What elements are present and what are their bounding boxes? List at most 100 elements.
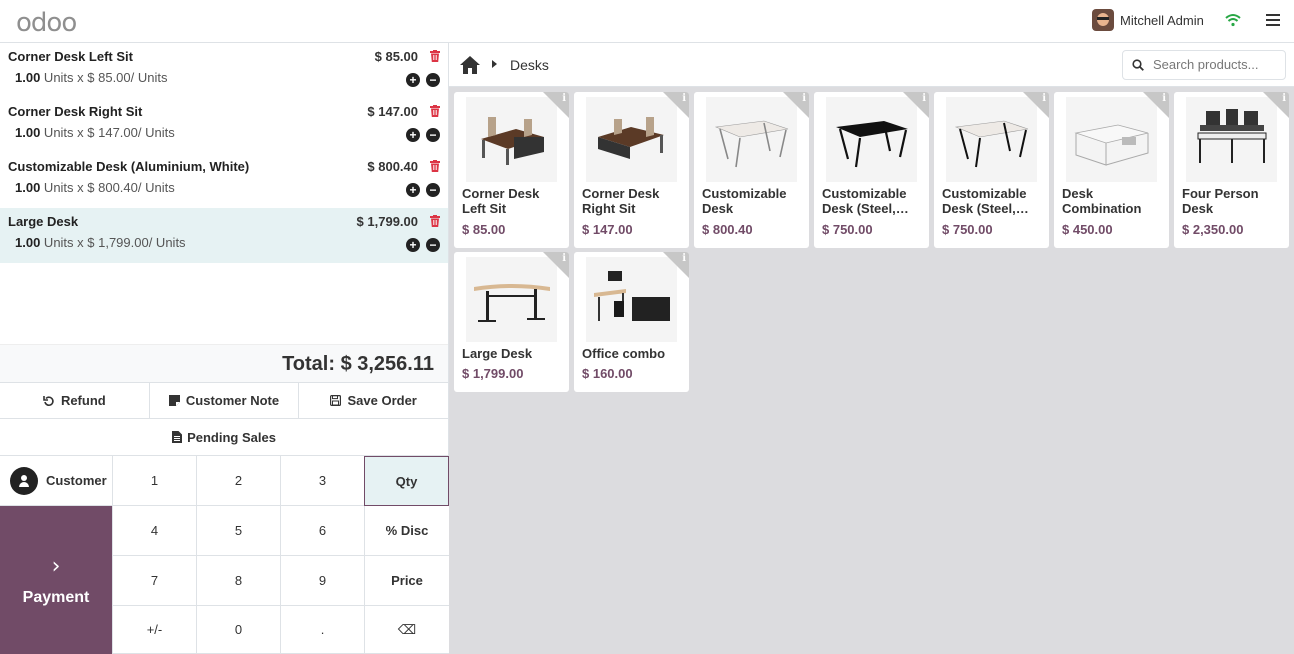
refund-label: Refund [60, 393, 106, 408]
product-price: $ 2,350.00 [1182, 222, 1244, 237]
payment-button[interactable]: › Payment [0, 506, 112, 654]
backspace-icon[interactable]: ⌫ [364, 606, 449, 654]
customer-button[interactable]: Customer [0, 456, 112, 506]
trash-icon[interactable] [430, 105, 440, 117]
numpad-key-4[interactable]: 4 [112, 506, 196, 556]
trash-icon[interactable] [430, 160, 440, 172]
hamburger-menu-icon[interactable] [1266, 14, 1280, 26]
refund-icon [43, 395, 54, 406]
decrease-qty-icon[interactable]: − [426, 238, 440, 252]
numpad-price-mode[interactable]: Price [364, 556, 449, 606]
search-icon [1132, 59, 1144, 71]
orderline-detail: 1.00 Units x $ 800.40/ Units [15, 180, 175, 195]
product-price: $ 1,799.00 [462, 366, 524, 381]
chevron-right-icon: › [51, 553, 61, 579]
product-price: $ 85.00 [462, 222, 506, 237]
payment-label: Payment [22, 588, 90, 606]
decrease-qty-icon[interactable]: − [426, 73, 440, 87]
refund-button[interactable]: Refund [0, 383, 150, 418]
numpad-key-2[interactable]: 2 [196, 456, 280, 506]
orderline-price: $ 1,799.00 [356, 214, 418, 229]
info-icon[interactable]: i [922, 93, 926, 104]
product-card[interactable]: i Corner Desk Right Sit $ 147.00 [574, 92, 689, 248]
search-box[interactable] [1122, 50, 1286, 80]
info-icon[interactable]: i [682, 253, 686, 264]
numpad-decimal[interactable]: . [280, 606, 364, 654]
info-icon[interactable]: i [1042, 93, 1046, 104]
product-card[interactable]: i Corner Desk Left Sit $ 85.00 [454, 92, 569, 248]
orderline-unit-info: Units x $ 147.00/ Units [40, 125, 175, 140]
product-card[interactable]: i Desk Combination $ 450.00 [1054, 92, 1169, 248]
save-order-button[interactable]: Save Order [299, 383, 449, 418]
orderline-unit-info: Units x $ 85.00/ Units [40, 70, 168, 85]
orderline-unit-info: Units x $ 1,799.00/ Units [40, 235, 186, 250]
info-icon[interactable]: i [802, 93, 806, 104]
trash-icon[interactable] [430, 50, 440, 62]
pending-sales-label: Pending Sales [187, 429, 276, 445]
product-name: Large Desk [462, 346, 533, 361]
numpad-key-7[interactable]: 7 [112, 556, 196, 606]
numpad-key-5[interactable]: 5 [196, 506, 280, 556]
breadcrumb-category[interactable]: Desks [510, 57, 549, 73]
info-icon[interactable]: i [1282, 93, 1286, 104]
decrease-qty-icon[interactable]: − [426, 183, 440, 197]
info-icon[interactable]: i [682, 93, 686, 104]
product-card[interactable]: i Large Desk $ 1,799.00 [454, 252, 569, 392]
numpad-discount-mode[interactable]: % Disc [364, 506, 449, 556]
numpad-plus-minus[interactable]: +/- [112, 606, 196, 654]
orderline[interactable]: Corner Desk Right Sit $ 147.00 1.00 Unit… [0, 98, 448, 153]
increase-qty-icon[interactable]: + [406, 73, 420, 87]
trash-icon[interactable] [430, 215, 440, 227]
user-name: Mitchell Admin [1120, 12, 1204, 28]
product-card[interactable]: i Four Person Desk $ 2,350.00 [1174, 92, 1289, 248]
numpad-key-3[interactable]: 3 [280, 456, 364, 506]
product-name: Corner Desk Left Sit [462, 186, 540, 216]
product-name: Customizable Desk (Aluminiu… [702, 186, 787, 216]
save-order-label: Save Order [347, 393, 417, 408]
info-icon[interactable]: i [562, 93, 566, 104]
info-icon[interactable]: i [562, 253, 566, 264]
home-icon[interactable] [459, 55, 481, 75]
odoo-logo: odoo [16, 8, 77, 38]
product-name: Customizable Desk (Steel,… [942, 186, 1029, 216]
numpad-key-1[interactable]: 1 [112, 456, 196, 506]
user-menu[interactable]: Mitchell Admin [1092, 9, 1204, 31]
increase-qty-icon[interactable]: + [406, 238, 420, 252]
info-icon[interactable]: i [1162, 93, 1166, 104]
file-icon [172, 431, 183, 443]
product-price: $ 750.00 [822, 222, 873, 237]
numpad-key-0[interactable]: 0 [196, 606, 280, 654]
product-card[interactable]: i Customizable Desk (Steel,… $ 750.00 [934, 92, 1049, 248]
orderline-detail: 1.00 Units x $ 147.00/ Units [15, 125, 175, 140]
note-icon [168, 395, 180, 406]
orderline-selected[interactable]: Large Desk $ 1,799.00 1.00 Units x $ 1,7… [0, 208, 448, 263]
numpad-key-8[interactable]: 8 [196, 556, 280, 606]
user-icon [10, 466, 38, 495]
orderline[interactable]: Corner Desk Left Sit $ 85.00 1.00 Units … [0, 43, 448, 98]
search-input[interactable] [1153, 57, 1281, 72]
orderline-qty: 1.00 [15, 125, 41, 140]
numpad-key-9[interactable]: 9 [280, 556, 364, 606]
product-name: Four Person Desk [1182, 186, 1259, 216]
order-total: Total: $ 3,256.11 [282, 353, 434, 375]
product-card[interactable]: i Customizable Desk (Steel,… $ 750.00 [814, 92, 929, 248]
decrease-qty-icon[interactable]: − [426, 128, 440, 142]
increase-qty-icon[interactable]: + [406, 183, 420, 197]
customer-note-button[interactable]: Customer Note [149, 383, 300, 418]
product-price: $ 450.00 [1062, 222, 1113, 237]
customer-note-label: Customer Note [185, 393, 280, 408]
numpad-key-6[interactable]: 6 [280, 506, 364, 556]
product-price: $ 800.40 [702, 222, 753, 237]
orderline-product-name: Corner Desk Left Sit [8, 49, 133, 64]
customer-label: Customer [46, 473, 107, 488]
products-topbar: Desks [449, 43, 1294, 87]
product-card[interactable]: i Office combo $ 160.00 [574, 252, 689, 392]
product-card[interactable]: i Customizable Desk (Aluminiu… $ 800.40 [694, 92, 809, 248]
numpad: 1 2 3 Qty 4 5 6 % Disc 7 8 9 Price +/- 0… [112, 456, 449, 654]
pending-sales-button[interactable]: Pending Sales [0, 419, 448, 456]
orderline-qty: 1.00 [15, 235, 41, 250]
increase-qty-icon[interactable]: + [406, 128, 420, 142]
orderline[interactable]: Customizable Desk (Aluminium, White) $ 8… [0, 153, 448, 208]
numpad-qty-mode[interactable]: Qty [364, 456, 449, 506]
orderline-product-name: Large Desk [8, 214, 79, 229]
